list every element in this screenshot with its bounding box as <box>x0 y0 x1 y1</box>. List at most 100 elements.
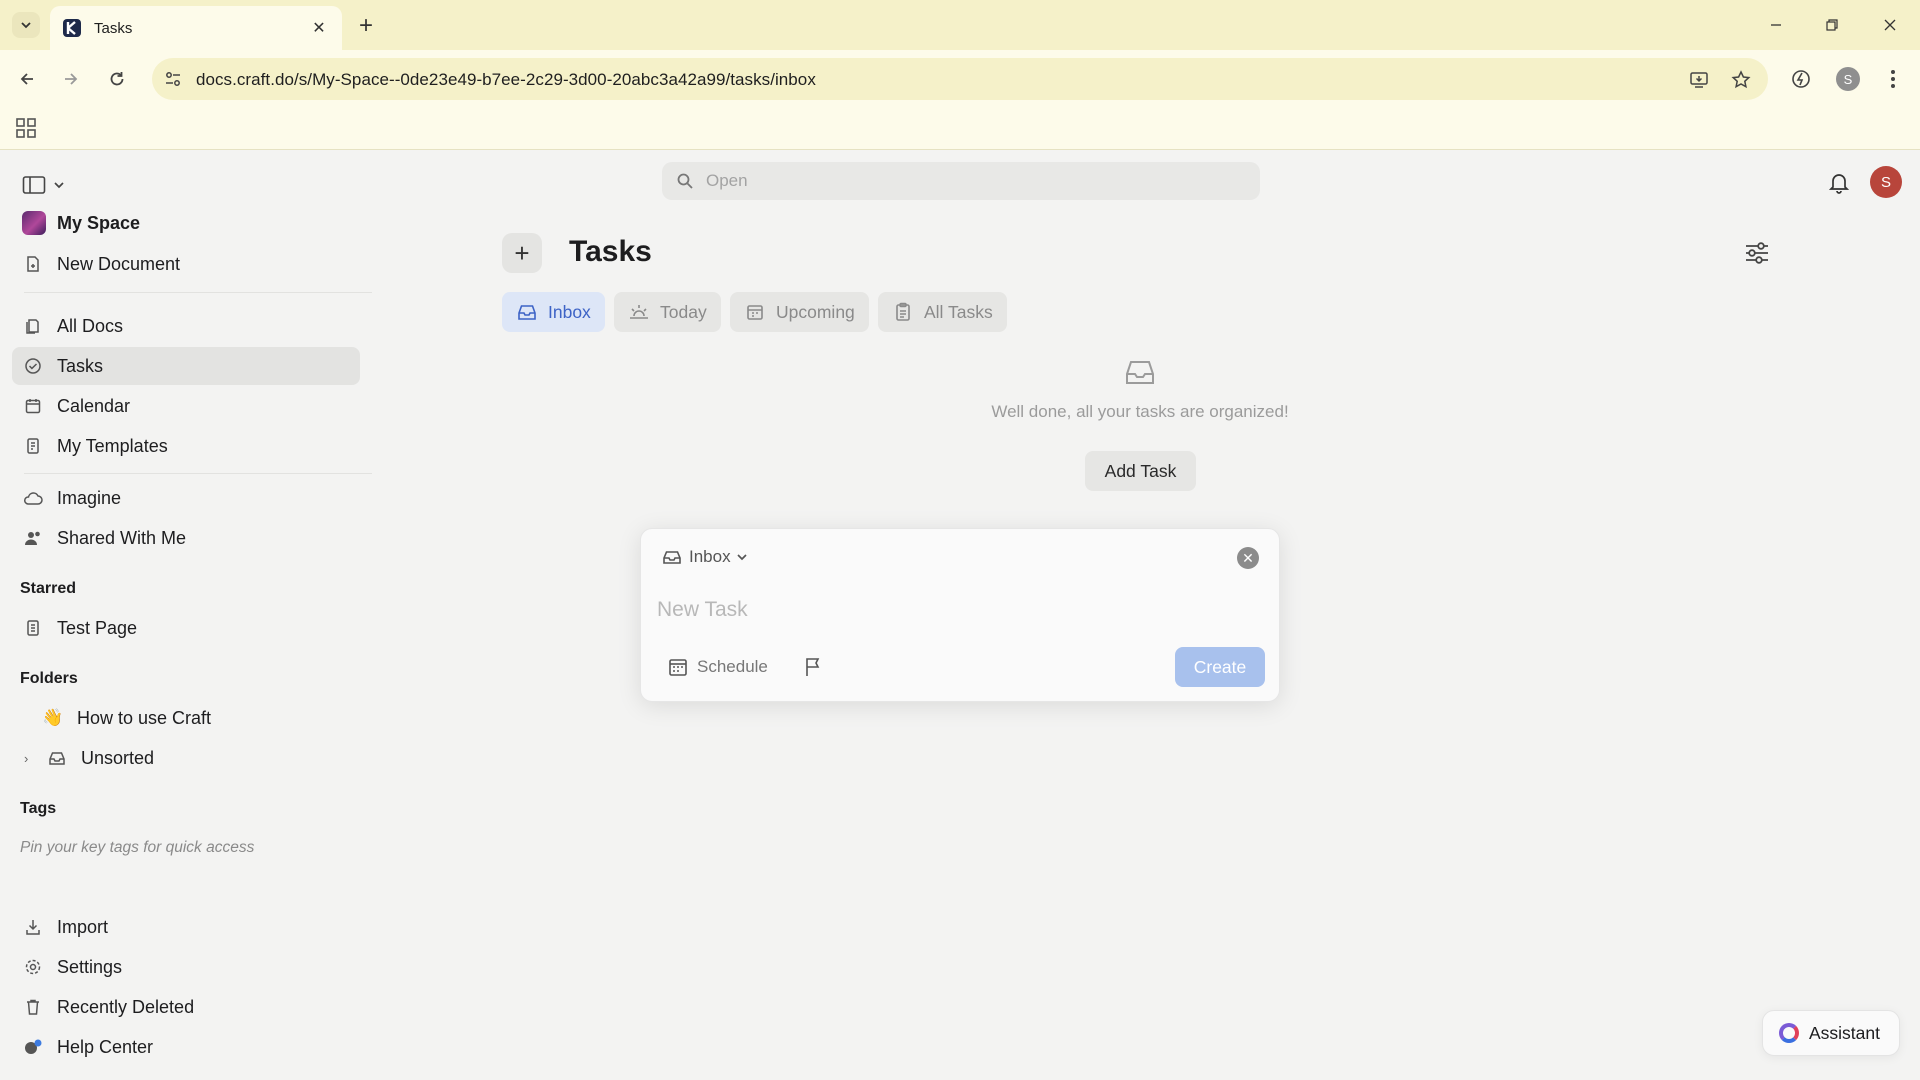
calendar-icon <box>667 656 689 678</box>
sidebar-item-recently-deleted[interactable]: Recently Deleted <box>12 988 360 1026</box>
new-tab-button[interactable]: + <box>352 12 380 40</box>
extensions-icon[interactable] <box>1786 64 1816 94</box>
install-app-icon[interactable] <box>1686 67 1712 93</box>
browser-menu-button[interactable] <box>1878 64 1908 94</box>
page-title: Tasks <box>569 235 652 268</box>
sidebar-item-label: How to use Craft <box>77 707 212 728</box>
empty-state-message: Well done, all your tasks are organized! <box>991 402 1289 421</box>
schedule-button[interactable]: Schedule <box>667 653 768 681</box>
bell-icon <box>1829 174 1849 194</box>
inbox-tray-icon <box>661 546 683 568</box>
sidebar-item-label: Calendar <box>57 395 131 416</box>
sidebar-toggle-button[interactable] <box>22 172 68 198</box>
people-icon <box>22 527 44 549</box>
user-avatar[interactable]: S <box>1870 166 1902 198</box>
search-bar[interactable]: Open <box>662 162 1260 200</box>
sidebar: My Space New Document All Docs Tasks Cal… <box>0 150 380 1080</box>
apps-grid-icon[interactable] <box>14 116 38 140</box>
sidebar-item-tasks[interactable]: Tasks <box>12 347 360 385</box>
template-icon <box>22 435 44 457</box>
task-list-selector[interactable]: Inbox <box>661 545 749 569</box>
filter-sliders-icon[interactable] <box>1742 238 1772 268</box>
space-avatar <box>22 211 46 235</box>
bookmarks-bar <box>0 108 1920 150</box>
task-list-label: Inbox <box>689 547 731 566</box>
chevron-right-icon[interactable]: › <box>24 751 40 766</box>
new-task-input[interactable] <box>657 595 1217 625</box>
sidebar-item-label: Recently Deleted <box>57 996 195 1017</box>
sidebar-item-new-document[interactable]: New Document <box>12 245 360 283</box>
sidebar-item-label: Shared With Me <box>57 527 187 548</box>
sidebar-item-my-templates[interactable]: My Templates <box>12 427 360 465</box>
sidebar-item-label: Import <box>57 916 109 937</box>
sidebar-item-my-space[interactable]: My Space <box>12 204 360 242</box>
folders-heading: Folders <box>20 670 78 687</box>
arrow-right-icon <box>65 73 78 85</box>
sidebar-panel-icon <box>22 176 46 194</box>
sidebar-item-help-center[interactable]: Help Center <box>12 1028 360 1066</box>
close-icon <box>1884 19 1896 31</box>
browser-tab-tasks[interactable]: Tasks ✕ <box>50 6 342 50</box>
sidebar-item-label: Help Center <box>57 1036 154 1057</box>
sidebar-divider <box>24 473 372 474</box>
close-popover-button[interactable]: ✕ <box>1237 547 1259 569</box>
documents-icon <box>22 315 44 337</box>
restore-window-button[interactable] <box>1812 10 1852 40</box>
tab-label: Inbox <box>548 301 591 322</box>
waving-hand-icon: 👋 <box>42 708 64 727</box>
bookmark-star-icon[interactable] <box>1728 67 1754 93</box>
sidebar-item-imagine[interactable]: Imagine <box>12 479 360 517</box>
sidebar-item-unsorted[interactable]: › Unsorted <box>12 739 360 777</box>
sidebar-item-import[interactable]: Import <box>12 908 360 946</box>
sidebar-item-how-to-use-craft[interactable]: 👋 How to use Craft <box>12 699 360 737</box>
tab-inbox[interactable]: Inbox <box>502 292 605 332</box>
sidebar-item-test-page[interactable]: Test Page <box>12 609 360 647</box>
minimize-window-button[interactable] <box>1756 10 1796 40</box>
assistant-ring-icon <box>1779 1023 1799 1043</box>
close-tab-icon[interactable]: ✕ <box>308 17 330 39</box>
sidebar-item-label: Settings <box>57 956 123 977</box>
sidebar-item-all-docs[interactable]: All Docs <box>12 307 360 345</box>
tab-list-button[interactable] <box>12 12 40 38</box>
page-icon <box>22 617 44 639</box>
craft-logo-icon <box>63 19 81 37</box>
assistant-button[interactable]: Assistant <box>1762 1010 1900 1056</box>
tab-upcoming[interactable]: Upcoming <box>730 292 869 332</box>
add-button[interactable]: + <box>502 233 542 273</box>
add-task-button[interactable]: Add Task <box>1085 451 1196 491</box>
site-info-icon[interactable] <box>162 68 184 90</box>
schedule-label: Schedule <box>697 657 768 676</box>
sidebar-item-label: My Templates <box>57 435 168 456</box>
sidebar-divider <box>24 292 372 293</box>
new-task-popover: Inbox ✕ Schedule Create <box>640 528 1280 702</box>
create-button[interactable]: Create <box>1175 647 1265 687</box>
forward-button[interactable] <box>56 64 86 94</box>
sidebar-item-label: All Docs <box>57 315 124 336</box>
gear-icon <box>22 956 44 978</box>
flag-icon <box>806 658 820 676</box>
inbox-tray-icon <box>46 747 68 769</box>
chevron-down-icon <box>736 554 747 561</box>
tab-today[interactable]: Today <box>614 292 721 332</box>
craft-app: My Space New Document All Docs Tasks Cal… <box>0 150 1920 1080</box>
arrow-left-icon <box>20 73 33 85</box>
new-document-icon <box>22 253 44 275</box>
restore-icon <box>1826 19 1838 31</box>
search-icon <box>677 173 693 189</box>
minimize-icon <box>1771 24 1781 26</box>
profile-button[interactable]: S <box>1833 64 1863 94</box>
tab-all-tasks[interactable]: All Tasks <box>878 292 1007 332</box>
back-button[interactable] <box>12 64 42 94</box>
browser-tab-bar: Tasks ✕ + <box>0 0 1920 50</box>
url-text[interactable]: docs.craft.do/s/My-Space--0de23e49-b7ee-… <box>196 70 816 90</box>
clipboard-icon <box>892 301 914 323</box>
sidebar-item-shared-with-me[interactable]: Shared With Me <box>12 519 360 557</box>
close-window-button[interactable] <box>1870 10 1910 40</box>
address-bar[interactable]: docs.craft.do/s/My-Space--0de23e49-b7ee-… <box>152 58 1768 100</box>
notifications-button[interactable] <box>1826 170 1852 196</box>
priority-flag-button[interactable] <box>801 655 825 679</box>
sidebar-item-calendar[interactable]: Calendar <box>12 387 360 425</box>
cloud-icon <box>22 487 44 509</box>
sidebar-item-settings[interactable]: Settings <box>12 948 360 986</box>
reload-button[interactable] <box>102 64 132 94</box>
